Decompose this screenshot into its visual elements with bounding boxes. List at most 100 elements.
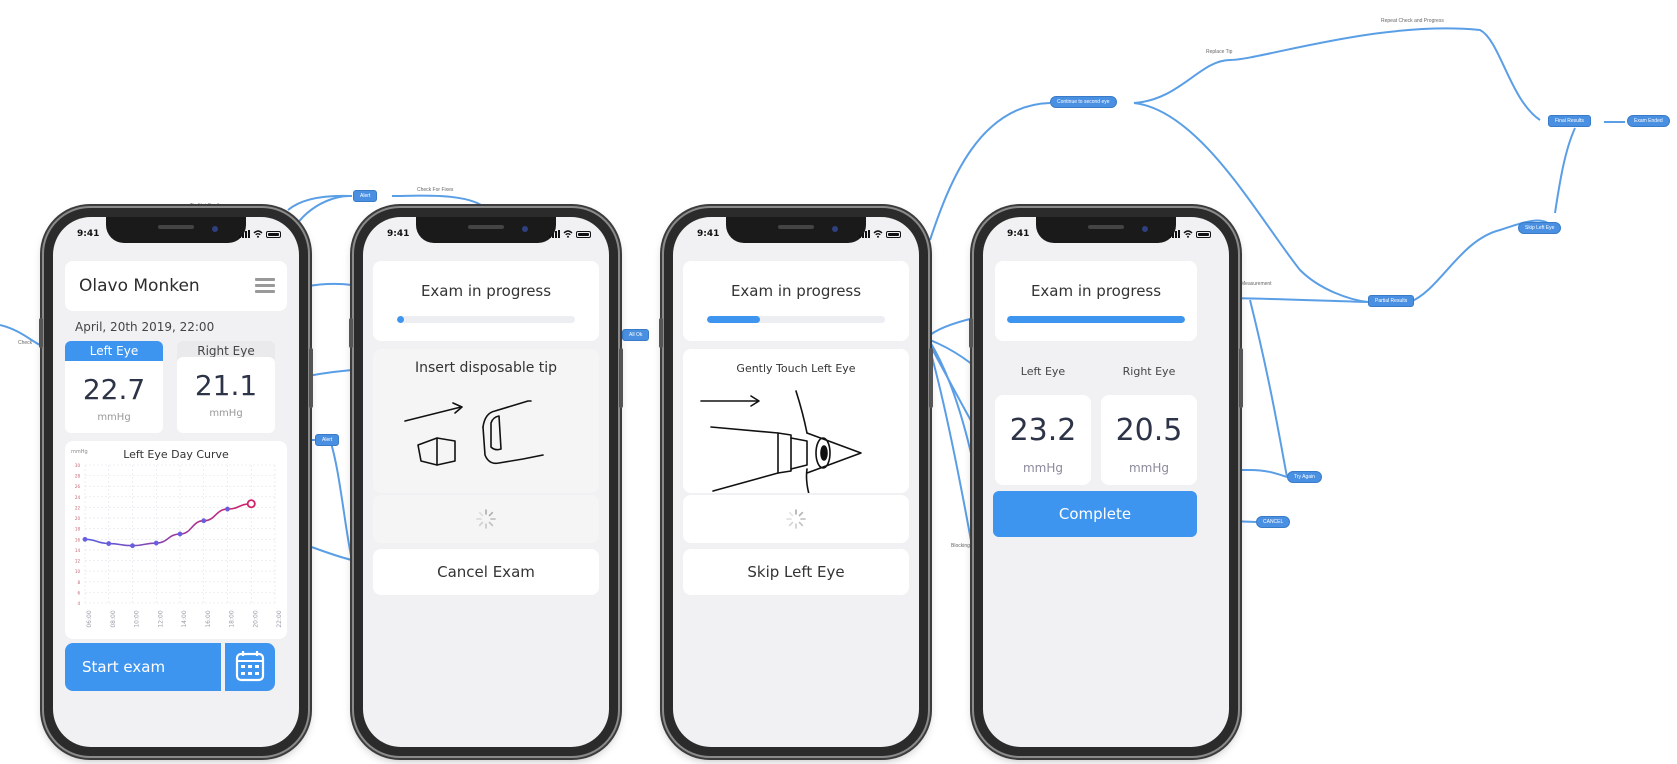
chart-x-tick-label: 06:00 [86, 610, 93, 627]
result-right-card: 20.5 mmHg [1101, 395, 1197, 485]
exam-datetime: April, 20th 2019, 22:00 [75, 320, 215, 334]
flow-node-partial-results[interactable]: Partial Results [1368, 295, 1415, 307]
flow-node-alert-mid[interactable]: Alert [315, 434, 340, 446]
chart-x-tick-label: 10:00 [134, 610, 141, 627]
edge-label-replace-tip: Replace Tip [1206, 49, 1233, 55]
results-screen: 9:41 Exam in progress Left Eye Right Eye… [983, 217, 1229, 747]
flow-node-cancel[interactable]: CANCEL [1256, 516, 1291, 528]
chart-data-point [82, 536, 88, 542]
flow-node-final-results[interactable]: Final Results [1548, 115, 1591, 127]
chart-x-tick-label: 22:00 [276, 610, 283, 627]
skip-left-eye-button[interactable]: Skip Left Eye [683, 549, 909, 595]
chart-data-point [106, 541, 112, 547]
chart-y-tick-label: 24 [75, 495, 81, 500]
phone-results: 9:41 Exam in progress Left Eye Right Eye… [969, 208, 1243, 756]
result-right-label: Right Eye [1122, 365, 1176, 378]
loading-spinner-icon [476, 509, 496, 529]
result-left-unit: mmHg [1022, 461, 1064, 475]
touch-eye-screen: 9:41 Exam in progress Gently Touch Left … [673, 217, 919, 747]
exam-progress-fill [397, 316, 405, 323]
right-eye-unit: mmHg [209, 408, 243, 419]
battery-icon [266, 231, 281, 238]
chart-x-tick-label: 16:00 [205, 610, 212, 627]
loading-card [373, 495, 599, 543]
status-bar: 9:41 [53, 229, 299, 243]
result-right-value: 20.5 [1115, 413, 1183, 448]
cancel-exam-button[interactable]: Cancel Exam [373, 549, 599, 595]
right-eye-reading: 21.1 mmHg [177, 357, 275, 433]
cellular-signal-icon [859, 230, 870, 238]
user-header: Olavo Monken [65, 261, 287, 311]
chart-y-tick-label: 16 [75, 537, 81, 542]
wifi-icon [563, 230, 573, 238]
chart-data-point [201, 518, 207, 524]
phone-home: 9:41 Olavo Monken April, 20th 2019, 22:0… [39, 208, 313, 756]
cellular-signal-icon [1169, 230, 1180, 238]
loading-spinner-icon [786, 509, 806, 529]
chart-data-point [153, 540, 159, 546]
phone-touch-eye: 9:41 Exam in progress Gently Touch Left … [659, 208, 933, 756]
chart-x-tick-label: 08:00 [110, 610, 117, 627]
chart-y-tick-label: 8 [77, 580, 80, 585]
chart-y-tick-label: 22 [75, 505, 81, 510]
chart-data-point [130, 543, 135, 549]
phone-insert-tip: 9:41 Exam in progress Insert disposable … [349, 208, 623, 756]
battery-icon [886, 231, 901, 238]
exam-header: Exam in progress [373, 261, 599, 341]
status-bar: 9:41 [363, 229, 609, 243]
exam-progress-fill [1007, 316, 1185, 323]
flow-node-continue-second-eye[interactable]: Continue to second eye [1050, 96, 1117, 108]
calendar-button[interactable] [225, 643, 275, 691]
status-time: 9:41 [1007, 229, 1030, 239]
touch-eye-illustration [700, 390, 862, 493]
flow-node-all-ok[interactable]: All Ok [622, 329, 650, 341]
left-eye-value: 22.7 [82, 373, 146, 406]
flow-node-try-again[interactable]: Try Again [1287, 471, 1322, 483]
chart-y-tick-label: 4 [77, 601, 80, 606]
status-time: 9:41 [697, 229, 720, 239]
calendar-icon [235, 651, 265, 682]
left-eye-unit: mmHg [97, 412, 131, 423]
chart-y-tick-label: 12 [75, 559, 81, 564]
start-exam-button[interactable]: Start exam [65, 643, 221, 691]
insert-tip-illustration [404, 400, 544, 466]
left-eye-reading: 22.7 mmHg [65, 361, 163, 433]
chart-data-point [177, 531, 183, 537]
wifi-icon [873, 230, 883, 238]
status-time: 9:41 [387, 229, 410, 239]
chart-x-tick-label: 12:00 [157, 610, 164, 627]
chart-y-tick-label: 26 [75, 484, 81, 489]
exam-progress-bar [707, 316, 885, 323]
flow-node-alert-top[interactable]: Alert [353, 190, 378, 202]
status-bar: 9:41 [983, 229, 1229, 243]
chart-y-tick-label: 20 [75, 516, 81, 521]
status-time: 9:41 [77, 229, 100, 239]
cellular-signal-icon [239, 230, 250, 238]
exam-header: Exam in progress [683, 261, 909, 341]
home-screen: 9:41 Olavo Monken April, 20th 2019, 22:0… [53, 217, 299, 747]
wifi-icon [253, 230, 263, 238]
battery-icon [576, 231, 591, 238]
exam-header-title: Exam in progress [420, 282, 552, 300]
chart-data-point [246, 499, 256, 509]
chart-y-tick-label: 28 [75, 474, 81, 479]
chart-x-tick-label: 18:00 [229, 610, 236, 627]
complete-button[interactable]: Complete [993, 491, 1197, 537]
battery-icon [1196, 231, 1211, 238]
exam-progress-fill [707, 316, 761, 323]
instruction-text: Insert disposable tip [414, 360, 558, 376]
exam-header-title: Exam in progress [730, 282, 862, 300]
edge-label-measurement: Measurement [1241, 281, 1272, 287]
exam-header: Exam in progress [995, 261, 1197, 341]
flow-node-exam-ended[interactable]: Exam Ended [1627, 115, 1670, 127]
instruction-card: Insert disposable tip [373, 349, 599, 493]
right-eye-value: 21.1 [194, 369, 258, 402]
menu-icon[interactable] [255, 278, 275, 294]
edge-label-blocking: Blocking [951, 543, 970, 549]
chart-y-tick-label: 6 [77, 590, 80, 595]
result-right-unit: mmHg [1128, 461, 1170, 475]
wifi-icon [1183, 230, 1193, 238]
flow-node-skip-left-eye[interactable]: Skip Left Eye [1518, 222, 1562, 234]
tab-left-eye[interactable]: Left Eye [65, 341, 163, 361]
chart-x-tick-label: 14:00 [181, 610, 188, 627]
